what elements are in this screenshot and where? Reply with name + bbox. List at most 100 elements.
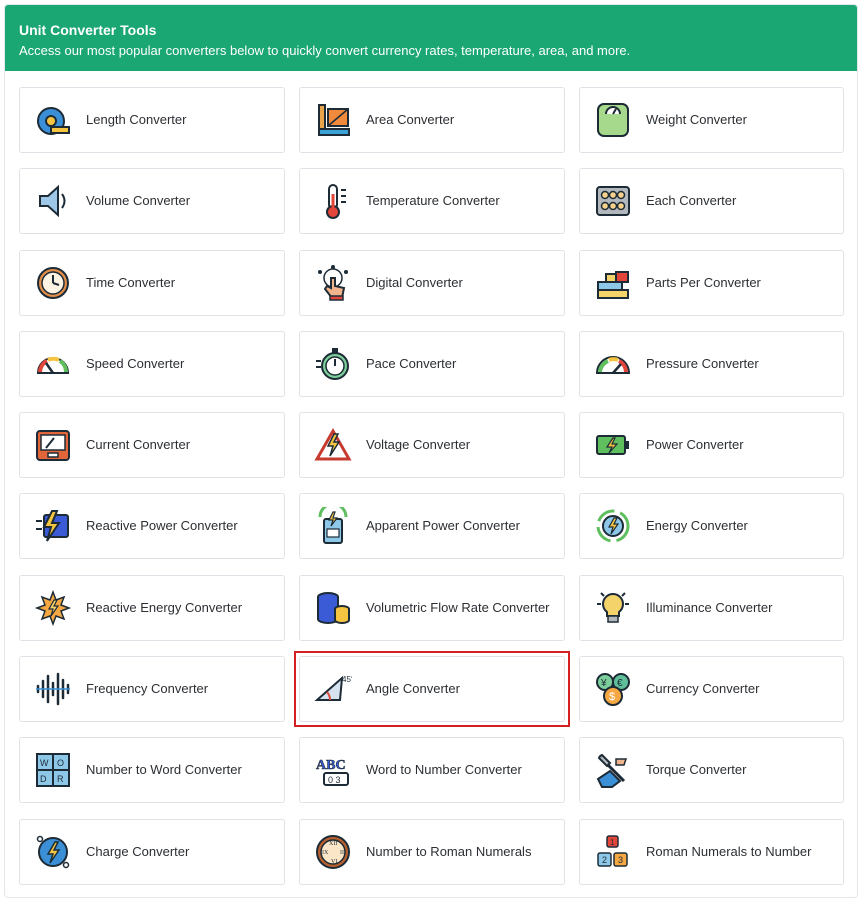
converter-label: Illuminance Converter bbox=[646, 599, 773, 615]
converter-label: Frequency Converter bbox=[86, 681, 209, 697]
converter-label: Weight Converter bbox=[646, 112, 747, 127]
converter-card-voltage-converter[interactable]: Voltage Converter bbox=[299, 412, 565, 479]
converter-label: Word to Number Converter bbox=[366, 762, 522, 778]
converter-label: Energy Converter bbox=[646, 518, 748, 534]
converter-card-number-to-word-converter[interactable]: W O D R Number to Word Converter bbox=[19, 737, 285, 804]
svg-text:XII: XII bbox=[329, 841, 337, 847]
converter-card-pace-converter[interactable]: Pace Converter bbox=[299, 330, 565, 397]
egg-carton-icon bbox=[594, 182, 632, 220]
converter-card-illuminance-converter[interactable]: Illuminance Converter bbox=[579, 574, 844, 641]
converter-label: Torque Converter bbox=[646, 762, 747, 778]
svg-text:W: W bbox=[40, 758, 49, 768]
converter-label: Each Converter bbox=[646, 193, 737, 209]
converter-label: Current Converter bbox=[86, 437, 191, 453]
power-meter-icon bbox=[314, 507, 352, 545]
svg-text:IX: IX bbox=[322, 850, 329, 856]
converter-card-word-to-number-converter[interactable]: ABC 0 3 Word to Number Converter bbox=[299, 737, 565, 804]
thermometer-icon bbox=[314, 182, 352, 220]
converter-label: Volume Converter bbox=[86, 193, 191, 209]
converter-label: Number to Roman Numerals bbox=[366, 843, 532, 859]
charge-icon bbox=[34, 833, 72, 871]
touch-hand-icon bbox=[314, 264, 352, 302]
converter-card-power-converter[interactable]: Power Converter bbox=[579, 412, 844, 479]
currency-coins-icon: ¥ € $ bbox=[594, 670, 632, 708]
panel-subtitle: Access our most popular converters below… bbox=[19, 43, 631, 58]
converter-card-angle-converter[interactable]: 45° Angle Converter bbox=[294, 651, 570, 728]
converter-label: Reactive Power Converter bbox=[86, 518, 238, 534]
energy-burst-icon bbox=[34, 589, 72, 627]
converter-label: Currency Converter bbox=[646, 681, 760, 697]
converter-card-number-to-roman-numerals[interactable]: XII IX III VI Number to Roman Numerals bbox=[299, 818, 565, 885]
wrench-hand-icon bbox=[594, 751, 632, 789]
converter-label: Pace Converter bbox=[366, 355, 457, 371]
sound-wave-icon bbox=[34, 670, 72, 708]
converter-label: Angle Converter bbox=[366, 681, 460, 697]
pressure-gauge-icon bbox=[594, 345, 632, 383]
converter-label: Apparent Power Converter bbox=[366, 518, 520, 534]
converter-card-volume-converter[interactable]: Volume Converter bbox=[19, 168, 285, 235]
angle-icon: 45° bbox=[314, 670, 352, 708]
light-bulb-icon bbox=[594, 589, 632, 627]
converter-card-currency-converter[interactable]: ¥ € $ Currency Converter bbox=[579, 656, 844, 723]
svg-text:2: 2 bbox=[602, 855, 607, 865]
converter-card-length-converter[interactable]: Length Converter bbox=[19, 87, 285, 153]
converter-card-pressure-converter[interactable]: Pressure Converter bbox=[579, 330, 844, 397]
converter-card-frequency-converter[interactable]: Frequency Converter bbox=[19, 656, 285, 723]
converter-card-speed-converter[interactable]: Speed Converter bbox=[19, 330, 285, 397]
number-blocks-icon: 12 3 bbox=[594, 833, 632, 871]
converter-label: Volumetric Flow Rate Converter bbox=[366, 599, 550, 615]
puzzle-icon: WODR bbox=[34, 751, 72, 789]
svg-text:1: 1 bbox=[610, 838, 615, 847]
svg-text:VI: VI bbox=[331, 859, 337, 865]
converter-card-apparent-power-converter[interactable]: Apparent Power Converter bbox=[299, 493, 565, 560]
svg-text:0 3: 0 3 bbox=[328, 775, 341, 785]
svg-text:D: D bbox=[40, 774, 47, 784]
stopwatch-icon bbox=[314, 345, 352, 383]
unit-converter-panel: Unit Converter Tools Access our most pop… bbox=[4, 4, 858, 898]
svg-text:€: € bbox=[617, 678, 623, 689]
svg-text:O: O bbox=[57, 758, 64, 768]
converter-label: Charge Converter bbox=[86, 843, 190, 859]
converter-label: Digital Converter bbox=[366, 274, 463, 290]
blocks-icon bbox=[594, 264, 632, 302]
converter-card-charge-converter[interactable]: Charge Converter bbox=[19, 818, 285, 885]
converter-grid: Length Converter Area Converter Weight Con… bbox=[19, 87, 844, 885]
converter-card-parts-per-converter[interactable]: Parts Per Converter bbox=[579, 249, 844, 316]
converter-card-volumetric-flow-rate-converter[interactable]: Volumetric Flow Rate Converter bbox=[299, 574, 565, 641]
svg-text:3: 3 bbox=[618, 855, 623, 865]
svg-text:¥: ¥ bbox=[600, 678, 607, 689]
converter-label: Pressure Converter bbox=[646, 355, 759, 371]
cylinders-icon bbox=[314, 589, 352, 627]
scale-icon bbox=[594, 101, 632, 139]
converter-label: Roman Numerals to Number bbox=[646, 843, 812, 859]
converter-card-roman-numerals-to-number[interactable]: 1 2 3 Roman Numerals to Number bbox=[579, 818, 844, 885]
battery-icon bbox=[594, 426, 632, 464]
converter-card-reactive-energy-converter[interactable]: Reactive Energy Converter bbox=[19, 574, 285, 641]
converter-card-energy-converter[interactable]: Energy Converter bbox=[579, 493, 844, 560]
ammeter-icon bbox=[34, 426, 72, 464]
roman-clock-icon: XII IX III VI bbox=[314, 833, 352, 871]
converter-card-each-converter[interactable]: Each Converter bbox=[579, 168, 844, 235]
lightning-battery-icon bbox=[34, 507, 72, 545]
converter-card-area-converter[interactable]: Area Converter bbox=[299, 87, 565, 153]
speedometer-icon bbox=[34, 345, 72, 383]
converter-label: Reactive Energy Converter bbox=[86, 599, 243, 615]
abc-counter-icon: ABC 0 3 bbox=[314, 751, 352, 789]
tape-measure-icon bbox=[34, 101, 72, 139]
converter-card-time-converter[interactable]: Time Converter bbox=[19, 249, 285, 316]
converter-label: Power Converter bbox=[646, 437, 744, 453]
svg-text:R: R bbox=[57, 774, 64, 784]
converter-card-reactive-power-converter[interactable]: Reactive Power Converter bbox=[19, 493, 285, 560]
voltage-warning-icon bbox=[314, 426, 352, 464]
converter-label: Area Converter bbox=[366, 112, 455, 127]
panel-header: Unit Converter Tools Access our most pop… bbox=[5, 5, 857, 71]
converter-card-digital-converter[interactable]: Digital Converter bbox=[299, 249, 565, 316]
converter-card-temperature-converter[interactable]: Temperature Converter bbox=[299, 168, 565, 235]
converter-card-torque-converter[interactable]: Torque Converter bbox=[579, 737, 844, 804]
speaker-icon bbox=[34, 182, 72, 220]
converter-label: Temperature Converter bbox=[366, 193, 500, 209]
converter-card-current-converter[interactable]: Current Converter bbox=[19, 412, 285, 479]
clock-icon bbox=[34, 264, 72, 302]
converter-label: Length Converter bbox=[86, 112, 187, 127]
converter-card-weight-converter[interactable]: Weight Converter bbox=[579, 87, 844, 153]
